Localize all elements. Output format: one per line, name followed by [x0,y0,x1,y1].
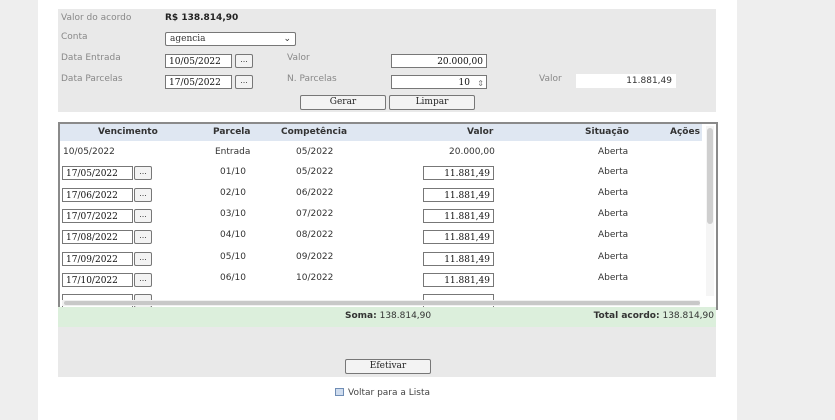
cell-parcela: 06/10 [220,273,246,283]
cell-situacao: Aberta [598,273,629,283]
vertical-scroll-thumb[interactable] [707,128,713,224]
data-entrada-picker-button[interactable]: ... [235,54,253,68]
cell-situacao: Aberta [598,230,629,240]
conta-select[interactable]: agencia ⌄ [165,32,296,46]
vencimento-input[interactable]: 17/10/2022 [62,273,133,287]
header-parcela: Parcela [213,127,251,137]
cell-situacao: Aberta [598,147,629,157]
soma-total: Soma: 138.814,90 [345,311,431,321]
chevron-down-icon: ⌄ [283,34,291,44]
valor-label: Valor [287,53,310,63]
cell-vencimento: 10/05/2022 [63,147,115,157]
soma-value: 138.814,90 [379,311,432,321]
gerar-button[interactable]: Gerar [300,95,386,110]
cell-parcela: 04/10 [220,230,246,240]
n-parcelas-label: N. Parcelas [287,74,337,84]
valor-row-input[interactable]: 11.881,49 [423,252,494,266]
header-situacao: Situação [585,127,629,137]
soma-label: Soma: [345,311,377,321]
header-vencimento: Vencimento [98,127,158,137]
cell-parcela: 05/10 [220,252,246,262]
valor-row-input[interactable]: 11.881,49 [423,166,494,180]
total-acordo-value: 138.814,90 [662,311,714,321]
cell-competencia: 05/2022 [296,147,334,157]
cell-competencia: 10/2022 [296,273,334,283]
vertical-scrollbar[interactable] [706,126,714,296]
valor-parcela-value: 11.881,49 [576,74,676,88]
actions-panel: Efetivar [58,327,716,377]
horizontal-scroll-thumb[interactable] [64,301,700,305]
valor-input[interactable]: 20.000,00 [391,54,487,68]
vencimento-input[interactable]: 17/08/2022 [62,230,133,244]
cell-competencia: 09/2022 [296,252,334,262]
cell-parcela: Entrada [215,147,251,157]
valor-acordo-value: R$ 138.814,90 [165,13,239,23]
header-competencia: Competência [281,127,348,137]
cell-situacao: Aberta [598,167,629,177]
valor-row-input[interactable]: 11.881,49 [423,209,494,223]
cell-valor: 20.000,00 [449,147,495,157]
conta-label: Conta [61,32,88,42]
valor-parcela-label: Valor [539,74,562,84]
cell-parcela: 03/10 [220,209,246,219]
cell-situacao: Aberta [598,252,629,262]
cell-competencia: 07/2022 [296,209,334,219]
voltar-label: Voltar para a Lista [348,388,430,398]
vencimento-picker-button[interactable]: ... [134,209,152,223]
valor-row-input[interactable]: 11.881,49 [423,273,494,287]
vencimento-picker-button[interactable]: ... [134,252,152,266]
cell-parcela: 02/10 [220,188,246,198]
cell-competencia: 08/2022 [296,230,334,240]
n-parcelas-value: 10 [458,78,470,88]
cell-situacao: Aberta [598,209,629,219]
list-icon [335,388,344,396]
vencimento-input[interactable]: 17/09/2022 [62,252,133,266]
summary-bar: Soma: 138.814,90 Total acordo: 138.814,9… [58,307,716,327]
data-entrada-input[interactable]: 10/05/2022 [165,54,232,68]
n-parcelas-stepper[interactable]: 10 ⇕ [391,75,487,89]
table-header: Vencimento Parcela Competência Valor Sit… [60,124,702,141]
vencimento-picker-button[interactable]: ... [134,273,152,287]
cell-parcela: 01/10 [220,167,246,177]
header-acoes: Ações [670,127,700,137]
cell-competencia: 06/2022 [296,188,334,198]
efetivar-button[interactable]: Efetivar [345,359,431,374]
vencimento-input[interactable]: 17/05/2022 [62,166,133,180]
limpar-button[interactable]: Limpar [389,95,475,110]
vencimento-picker-button[interactable]: ... [134,166,152,180]
stepper-arrows-icon[interactable]: ⇕ [477,77,484,91]
data-parcelas-label: Data Parcelas [61,74,123,84]
header-valor: Valor [467,127,494,137]
valor-row-input[interactable]: 11.881,49 [423,188,494,202]
agreement-form: Valor do acordo R$ 138.814,90 Conta agen… [58,9,716,112]
valor-acordo-label: Valor do acordo [61,13,132,23]
total-acordo: Total acordo: 138.814,90 [594,311,714,321]
vencimento-picker-button[interactable]: ... [134,188,152,202]
data-parcelas-input[interactable]: 17/05/2022 [165,75,232,89]
data-parcelas-picker-button[interactable]: ... [235,75,253,89]
vencimento-input[interactable]: 17/07/2022 [62,209,133,223]
voltar-link[interactable]: Voltar para a Lista [335,388,430,398]
cell-situacao: Aberta [598,188,629,198]
valor-row-input[interactable]: 11.881,49 [423,230,494,244]
vencimento-input[interactable]: 17/06/2022 [62,188,133,202]
horizontal-scrollbar[interactable] [62,300,700,306]
data-entrada-label: Data Entrada [61,53,121,63]
page-panel: Valor do acordo R$ 138.814,90 Conta agen… [38,0,737,420]
total-acordo-label: Total acordo: [593,311,660,321]
installments-table: Vencimento Parcela Competência Valor Sit… [58,122,718,310]
cell-competencia: 05/2022 [296,167,334,177]
vencimento-picker-button[interactable]: ... [134,230,152,244]
conta-select-value: agencia [170,34,206,44]
